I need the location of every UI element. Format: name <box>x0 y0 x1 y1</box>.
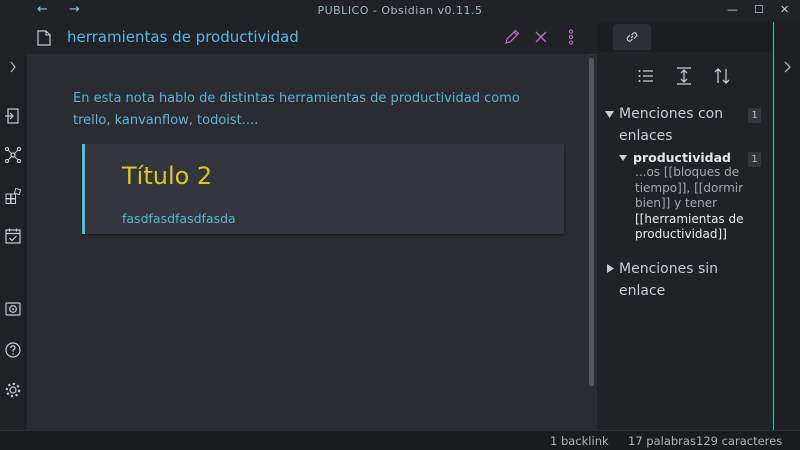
status-word-count: 17 palabras <box>628 434 696 448</box>
backlink-file-name[interactable]: productividad <box>633 150 731 165</box>
expand-left-sidebar-icon[interactable] <box>4 58 22 76</box>
right-ribbon <box>773 22 800 430</box>
editor-pane: herramientas de productividad En esta no… <box>27 22 597 430</box>
help-icon[interactable] <box>4 341 22 359</box>
window-titlebar: ← → PUBLICO - Obsidian v0.11.5 — ☐ ✕ <box>0 0 800 22</box>
file-icon <box>37 30 51 46</box>
backlinks-panel: Menciones con enlaces 1 productividad 1 … <box>597 22 773 430</box>
unlinked-mentions-label[interactable]: Menciones sin enlace <box>619 258 739 302</box>
list-icon[interactable] <box>636 66 656 86</box>
status-bar: 1 backlink 17 palabras 129 caracteres <box>0 430 800 450</box>
more-options-icon[interactable] <box>568 29 574 45</box>
file-collapse-triangle-icon[interactable] <box>619 155 627 162</box>
status-backlinks[interactable]: 1 backlink <box>550 434 609 448</box>
status-char-count: 129 caracteres <box>696 434 783 448</box>
callout-heading: Título 2 <box>122 162 213 190</box>
left-ribbon <box>0 22 28 430</box>
settings-icon[interactable] <box>4 381 22 399</box>
window-title: PUBLICO - Obsidian v0.11.5 <box>317 4 483 17</box>
templates-icon[interactable] <box>4 187 22 205</box>
link-icon <box>626 32 638 42</box>
graph-view-icon[interactable] <box>4 146 22 164</box>
vault-icon[interactable] <box>4 300 22 318</box>
backlink-snippet[interactable]: ...os [[bloques de tiempo]], [[dormir bi… <box>635 165 751 243</box>
close-window-button[interactable]: ✕ <box>780 3 789 16</box>
snippet-match: [[herramientas de productividad]] <box>635 211 744 242</box>
note-title[interactable]: herramientas de productividad <box>67 28 299 46</box>
snippet-context: ...os [[bloques de tiempo]], [[dormir bi… <box>635 165 744 210</box>
open-note-icon[interactable] <box>4 107 22 125</box>
callout-text: fasdfasdfasdfasda <box>122 211 236 226</box>
expand-triangle-icon[interactable] <box>607 264 614 273</box>
tab-backlinks[interactable] <box>613 24 651 50</box>
note-header: herramientas de productividad <box>27 22 597 55</box>
expand-vertical-icon[interactable] <box>674 66 694 86</box>
sort-icon[interactable] <box>712 66 732 86</box>
minimize-button[interactable]: — <box>727 3 738 16</box>
note-paragraph: En esta nota hablo de distintas herramie… <box>73 91 520 128</box>
note-content[interactable]: En esta nota hablo de distintas herramie… <box>27 54 587 430</box>
editor-scrollbar[interactable] <box>589 58 594 386</box>
linked-mentions-label[interactable]: Menciones con enlaces <box>619 103 739 147</box>
expand-right-sidebar-icon[interactable] <box>782 58 794 76</box>
daily-note-icon[interactable] <box>4 227 22 245</box>
edit-pencil-icon[interactable] <box>504 29 520 45</box>
embedded-block[interactable]: Título 2 fasdfasdfasdfasda <box>82 144 564 234</box>
collapse-triangle-icon[interactable] <box>605 111 614 119</box>
maximize-button[interactable]: ☐ <box>754 3 764 16</box>
right-panel-tabbar <box>597 22 773 52</box>
linked-mentions-count: 1 <box>748 108 761 123</box>
close-pane-icon[interactable] <box>535 31 547 43</box>
